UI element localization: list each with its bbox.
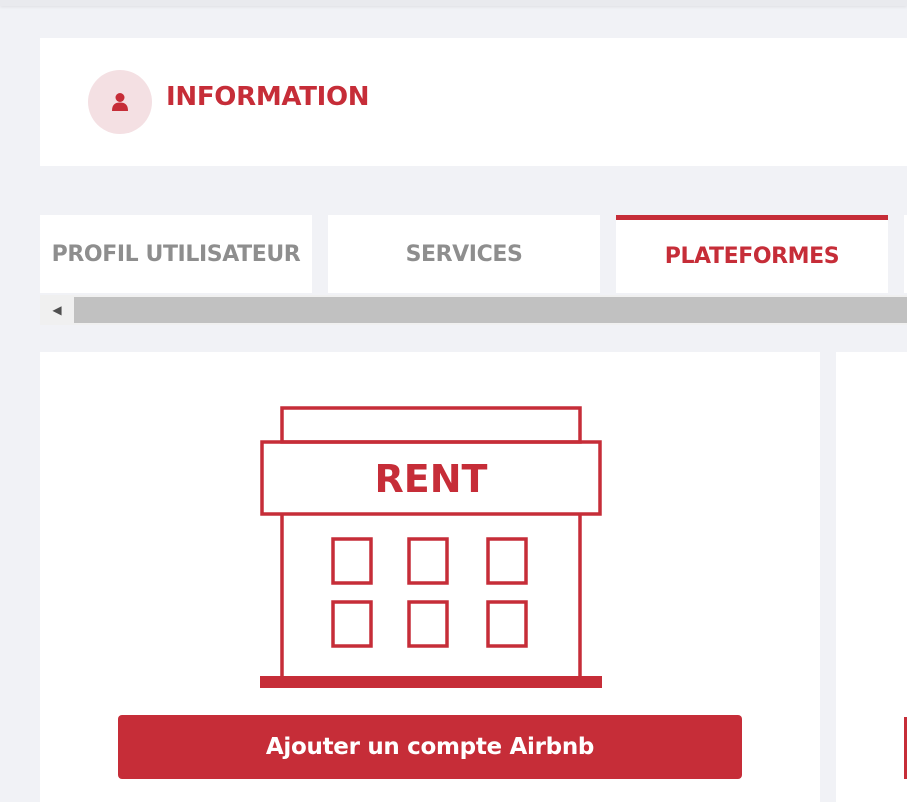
avatar <box>88 70 152 134</box>
tabs-horizontal-scrollbar[interactable]: ◀ <box>40 295 907 325</box>
information-header-card: INFORMATION <box>40 38 907 166</box>
platform-card-airbnb: RENT Ajouter un compte Airbnb <box>40 352 820 802</box>
scroll-left-arrow-icon[interactable]: ◀ <box>40 295 74 325</box>
tab-plateformes[interactable]: PLATEFORMES <box>616 215 888 293</box>
top-shadow-bar <box>0 0 907 6</box>
page-title: INFORMATION <box>166 82 370 112</box>
scrollbar-thumb[interactable] <box>74 297 907 323</box>
rent-sign-text: RENT <box>375 457 488 501</box>
rent-building-icon: RENT <box>260 406 602 688</box>
platform-card-partial <box>836 352 907 802</box>
add-airbnb-account-button[interactable]: Ajouter un compte Airbnb <box>118 715 742 779</box>
tab-services[interactable]: SERVICES <box>328 215 600 293</box>
tab-profil-utilisateur[interactable]: PROFIL UTILISATEUR <box>40 215 312 293</box>
user-icon <box>112 93 128 111</box>
